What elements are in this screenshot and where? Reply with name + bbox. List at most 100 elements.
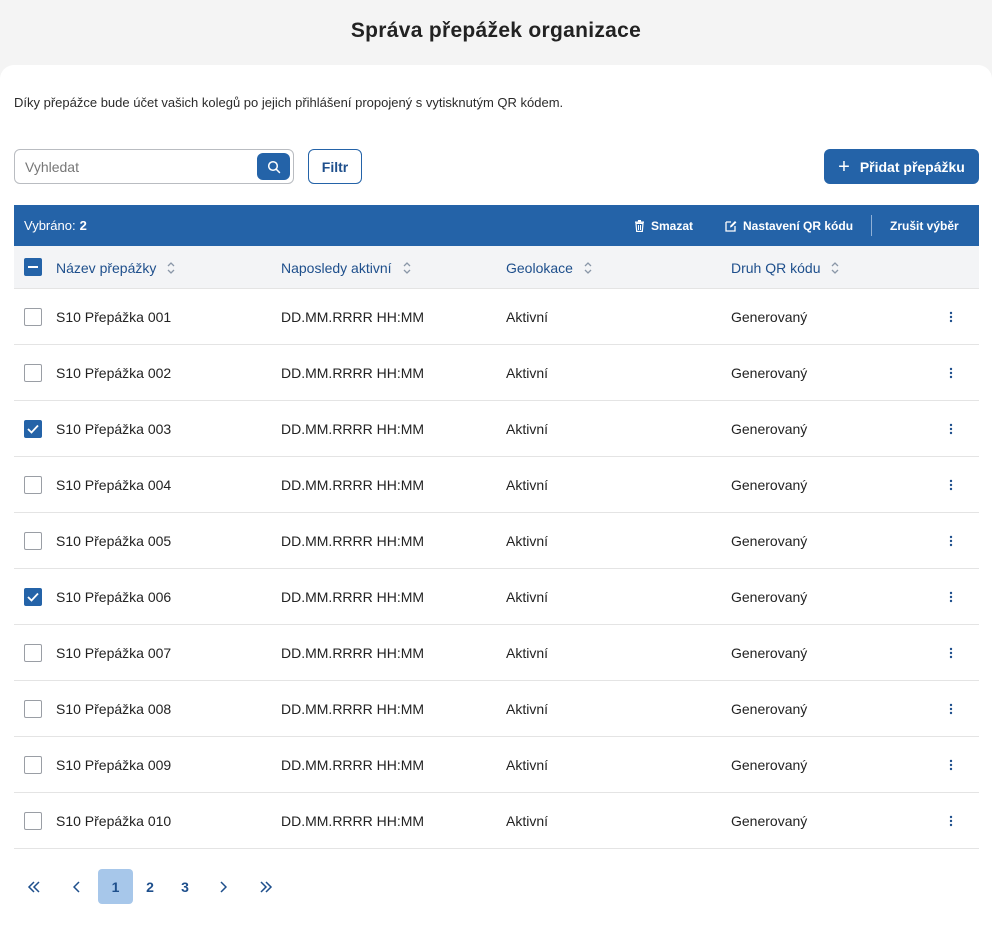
qr-type: Generovaný [731,589,808,605]
kebab-icon [949,367,953,379]
sort-icon [584,261,592,274]
kebab-icon [949,535,953,547]
geolocation-status: Aktivní [506,645,549,661]
geolocation-status: Aktivní [506,701,549,717]
counter-name: S10 Přepážka 004 [56,477,172,493]
row-checkbox[interactable] [24,364,42,382]
column-header-last-active[interactable]: Naposledy aktivní [281,246,412,289]
row-menu-button[interactable] [943,363,959,383]
selection-divider [871,215,872,236]
table-row[interactable]: S10 Přepážka 001 DD.MM.RRRR HH:MM Aktivní G… [14,289,979,345]
edit-icon [725,220,737,232]
counter-name: S10 Přepážka 006 [56,589,172,605]
last-active: DD.MM.RRRR HH:MM [281,309,425,325]
counter-name: S10 Přepážka 001 [56,309,172,325]
page-button-1[interactable]: 1 [98,869,133,904]
chevron-left-icon [73,880,80,893]
row-checkbox[interactable] [24,532,42,550]
filter-button[interactable]: Filtr [308,149,362,184]
row-checkbox[interactable] [24,644,42,662]
last-active: DD.MM.RRRR HH:MM [281,421,425,437]
qr-type: Generovaný [731,365,808,381]
table-row[interactable]: S10 Přepážka 005 DD.MM.RRRR HH:MM Aktivní G… [14,513,979,569]
table-row[interactable]: S10 Přepážka 003 DD.MM.RRRR HH:MM Aktivní G… [14,401,979,457]
counter-name: S10 Přepážka 010 [56,813,172,829]
last-page-button[interactable] [250,869,282,904]
row-checkbox[interactable] [24,588,42,606]
row-menu-button[interactable] [943,419,959,439]
next-page-button[interactable] [208,869,238,904]
geolocation-status: Aktivní [506,757,549,773]
row-checkbox[interactable] [24,812,42,830]
last-active: DD.MM.RRRR HH:MM [281,645,425,661]
page-button-2[interactable]: 2 [135,869,165,904]
table-row[interactable]: S10 Přepážka 007 DD.MM.RRRR HH:MM Aktivní G… [14,625,979,681]
geolocation-status: Aktivní [506,589,549,605]
qr-type: Generovaný [731,309,808,325]
first-page-button[interactable] [18,869,50,904]
select-all-checkbox[interactable] [24,258,42,276]
row-menu-button[interactable] [943,699,959,719]
add-counter-button[interactable]: + Přidat přepážku [824,149,979,184]
qr-type: Generovaný [731,757,808,773]
counter-name: S10 Přepážka 005 [56,533,172,549]
kebab-icon [949,815,953,827]
selection-count: Vybráno: 2 [24,218,87,233]
row-checkbox[interactable] [24,308,42,326]
qr-type: Generovaný [731,813,808,829]
counter-name: S10 Přepážka 003 [56,421,172,437]
table-row[interactable]: S10 Přepážka 002 DD.MM.RRRR HH:MM Aktivní G… [14,345,979,401]
clear-selection-button[interactable]: Zrušit výběr [890,205,959,246]
kebab-icon [949,423,953,435]
table-row[interactable]: S10 Přepážka 006 DD.MM.RRRR HH:MM Aktivní G… [14,569,979,625]
geolocation-status: Aktivní [506,813,549,829]
qr-settings-button[interactable]: Nastavení QR kódu [725,205,853,246]
column-header-qr-type[interactable]: Druh QR kódu [731,246,840,289]
table-row[interactable]: S10 Přepážka 004 DD.MM.RRRR HH:MM Aktivní G… [14,457,979,513]
last-active: DD.MM.RRRR HH:MM [281,533,425,549]
last-active: DD.MM.RRRR HH:MM [281,701,425,717]
sort-icon [832,261,839,274]
geolocation-status: Aktivní [506,533,549,549]
row-checkbox[interactable] [24,420,42,438]
row-menu-button[interactable] [943,475,959,495]
counter-name: S10 Přepážka 008 [56,701,172,717]
table-row[interactable]: S10 Přepážka 010 DD.MM.RRRR HH:MM Aktivní G… [14,793,979,849]
prev-page-button[interactable] [62,869,92,904]
page-button-3[interactable]: 3 [170,869,200,904]
kebab-icon [949,479,953,491]
last-active: DD.MM.RRRR HH:MM [281,757,425,773]
last-active: DD.MM.RRRR HH:MM [281,589,425,605]
kebab-icon [949,647,953,659]
delete-button[interactable]: Smazat [634,205,693,246]
intro-text: Díky přepážce bude účet vašich kolegů po… [14,95,564,110]
qr-type: Generovaný [731,533,808,549]
geolocation-status: Aktivní [506,421,549,437]
geolocation-status: Aktivní [506,477,549,493]
chevron-right-icon [220,880,227,893]
geolocation-status: Aktivní [506,309,549,325]
column-header-geolocation[interactable]: Geolokace [506,246,593,289]
counter-name: S10 Přepážka 007 [56,645,172,661]
row-menu-button[interactable] [943,811,959,831]
search-button[interactable] [257,153,290,180]
search-icon [267,160,280,173]
row-checkbox[interactable] [24,700,42,718]
row-menu-button[interactable] [943,531,959,551]
row-menu-button[interactable] [943,643,959,663]
table-row[interactable]: S10 Přepážka 009 DD.MM.RRRR HH:MM Aktivní G… [14,737,979,793]
row-menu-button[interactable] [943,587,959,607]
column-header-name[interactable]: Název přepážky [56,246,176,289]
row-checkbox[interactable] [24,756,42,774]
checkbox-indeterminate-icon [28,266,38,268]
row-menu-button[interactable] [943,755,959,775]
sort-icon [167,261,175,274]
row-menu-button[interactable] [943,307,959,327]
counter-name: S10 Přepážka 009 [56,757,172,773]
table-header: Název přepážky Naposledy aktivní Geoloka… [14,246,979,289]
last-active: DD.MM.RRRR HH:MM [281,813,425,829]
kebab-icon [949,591,953,603]
table-row[interactable]: S10 Přepážka 008 DD.MM.RRRR HH:MM Aktivní G… [14,681,979,737]
row-checkbox[interactable] [24,476,42,494]
search-input[interactable] [25,150,255,183]
